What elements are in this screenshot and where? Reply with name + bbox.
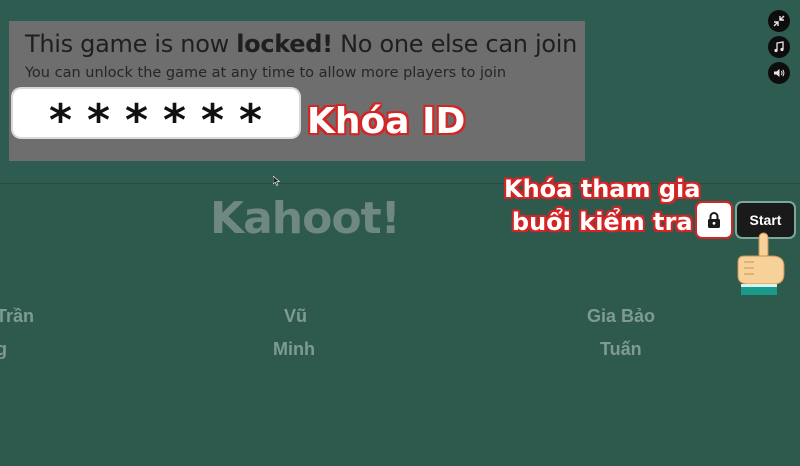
game-pin-masked: ****** <box>13 89 299 146</box>
player-name: Tuấn <box>600 339 642 359</box>
locked-title-prefix: This game is now <box>25 30 237 58</box>
locked-title-suffix: No one else can join <box>332 30 578 58</box>
join-lock-annotation-line1: Khóa tham gia <box>504 175 701 203</box>
pointing-hand-icon <box>737 232 785 295</box>
side-controls <box>768 10 790 88</box>
music-icon[interactable] <box>768 36 790 58</box>
locked-subtitle: You can unlock the game at any time to a… <box>25 65 507 81</box>
music-icon-glyph <box>774 41 784 53</box>
locked-title: This game is now locked! No one else can… <box>25 30 577 58</box>
player-name: Vũ <box>284 306 308 326</box>
kahoot-logo: Kahoot! <box>210 193 401 244</box>
player-name: Gia Bảo <box>587 306 656 326</box>
locked-title-bold: locked! <box>236 30 333 58</box>
join-lock-annotation: Khóa tham gia buổi kiểm tra <box>504 173 700 239</box>
player-name: g <box>0 339 7 359</box>
minimize-icon-glyph <box>773 15 785 27</box>
id-lock-annotation: Khóa ID <box>307 101 466 142</box>
lock-icon <box>708 212 720 228</box>
join-lock-annotation-line2: buổi kiểm tra <box>511 208 693 236</box>
mouse-cursor-icon <box>273 176 281 186</box>
lock-game-button[interactable] <box>697 203 731 237</box>
sound-icon[interactable] <box>768 62 790 84</box>
sound-icon-glyph <box>774 69 785 77</box>
minimize-icon[interactable] <box>768 10 790 32</box>
player-name: Trần <box>0 306 35 326</box>
player-name: Minh <box>273 339 315 359</box>
